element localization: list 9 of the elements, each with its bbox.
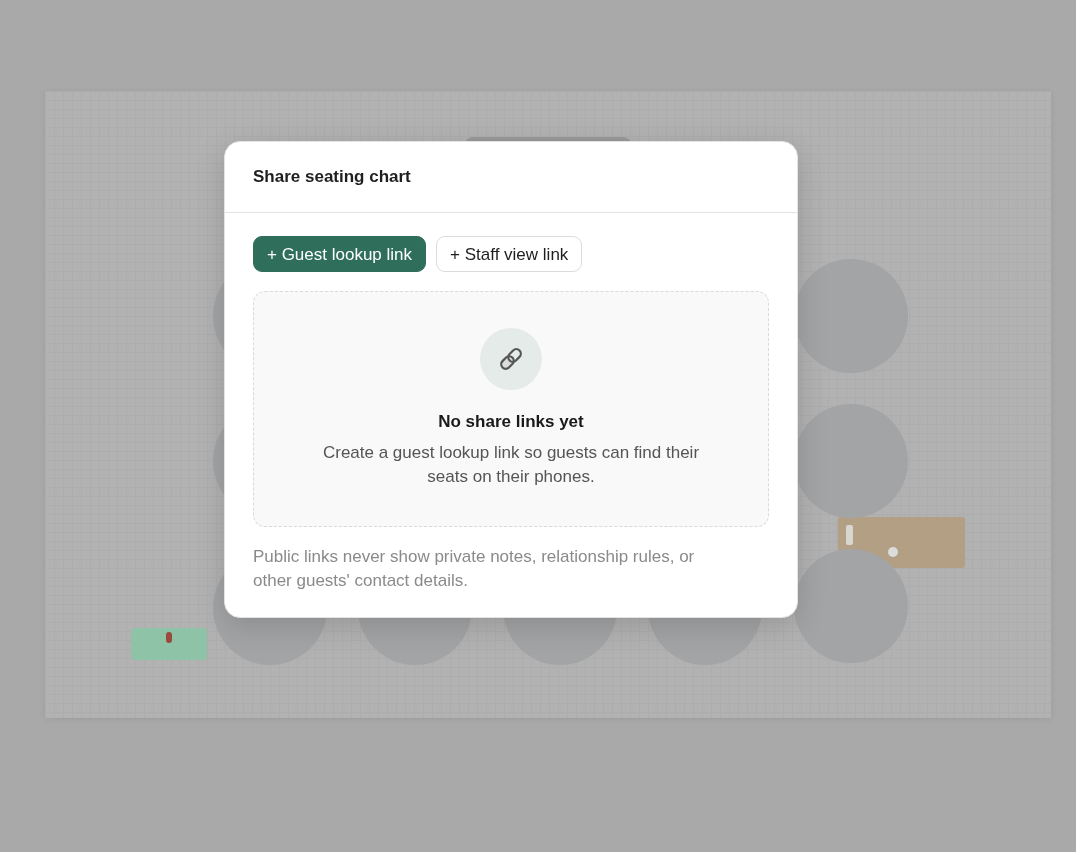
dialog-title: Share seating chart [253, 166, 411, 189]
create-link-button[interactable]: + Staff view link [436, 236, 583, 272]
seat-marker [888, 547, 898, 557]
seat-marker [846, 525, 853, 545]
create-link-button[interactable]: + Guest lookup link [253, 236, 427, 272]
empty-state-description: Create a guest lookup link so guests can find their seats on their phones. [321, 442, 701, 488]
pin-icon [166, 632, 172, 643]
privacy-note: Public links never show private notes, relationship rules, or other guests' contact details. [253, 546, 696, 592]
empty-state-title: No share links yet [438, 411, 584, 433]
